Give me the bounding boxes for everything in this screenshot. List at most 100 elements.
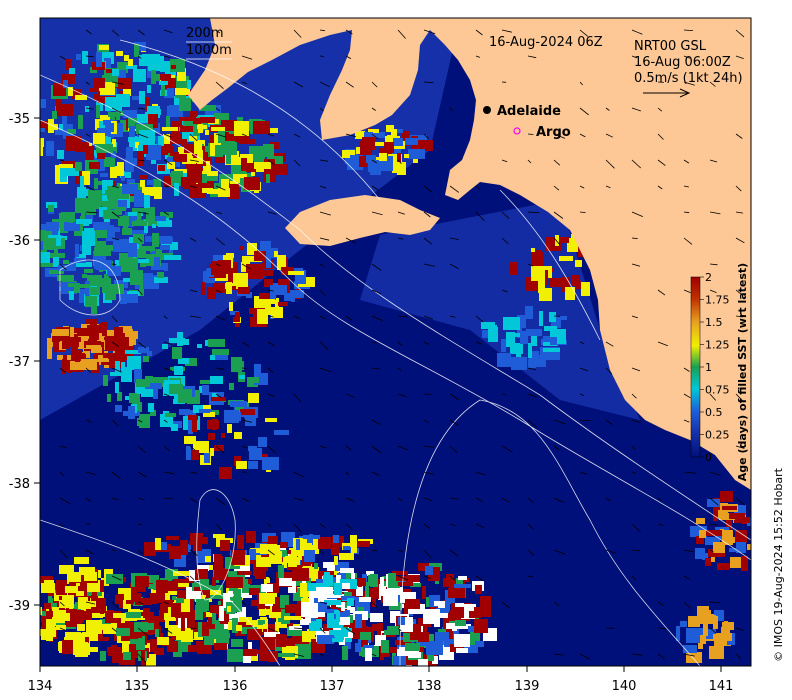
sst-age-cell xyxy=(153,388,158,399)
sst-age-cell xyxy=(398,617,405,625)
sst-age-cell xyxy=(132,96,140,100)
sst-age-cell xyxy=(227,649,243,662)
sst-age-cell xyxy=(154,187,162,199)
sst-age-cell xyxy=(717,563,730,570)
sst-age-cell xyxy=(258,437,267,447)
sst-age-cell xyxy=(99,45,109,50)
sst-age-cell xyxy=(199,551,204,562)
sst-age-cell xyxy=(453,616,461,620)
colorbar-tick-label: 1 xyxy=(705,361,712,374)
sst-age-cell xyxy=(155,629,159,637)
sst-age-cell xyxy=(122,184,138,194)
colorbar-tick-label: 1.25 xyxy=(705,339,730,352)
sst-age-cell xyxy=(180,540,188,555)
sst-age-cell xyxy=(334,610,339,614)
sst-age-cell xyxy=(189,541,202,545)
sst-age-cell xyxy=(525,306,533,319)
sst-age-cell xyxy=(30,237,38,250)
sst-age-cell xyxy=(351,546,357,553)
sst-age-cell xyxy=(77,624,85,631)
sst-age-cell xyxy=(359,156,367,167)
sst-age-cell xyxy=(41,583,55,593)
sst-age-cell xyxy=(34,259,40,271)
sst-age-cell xyxy=(259,299,275,304)
sst-age-cell xyxy=(205,130,209,135)
sst-age-cell xyxy=(82,231,95,246)
sst-age-cell xyxy=(303,535,320,539)
sst-age-cell xyxy=(186,587,192,599)
sst-age-cell xyxy=(128,243,137,257)
sst-age-cell xyxy=(397,162,406,175)
sst-age-cell xyxy=(304,550,315,562)
sst-age-cell xyxy=(102,322,107,336)
sst-age-cell xyxy=(713,542,725,553)
sst-age-cell xyxy=(100,651,106,661)
sst-age-cell xyxy=(169,338,185,343)
sst-age-cell xyxy=(384,142,394,153)
sst-age-cell xyxy=(190,111,197,117)
sst-age-cell xyxy=(192,418,197,432)
sst-age-cell xyxy=(730,557,741,568)
sst-age-cell xyxy=(539,311,543,326)
sst-age-cell xyxy=(208,433,215,440)
sst-age-cell xyxy=(285,605,293,613)
colorbar-tick-label: 1.5 xyxy=(705,316,723,329)
sst-age-cell xyxy=(240,409,255,415)
sst-age-cell xyxy=(243,649,257,656)
sst-age-cell xyxy=(214,445,224,451)
sst-age-cell xyxy=(219,467,232,479)
sst-age-cell xyxy=(197,599,207,612)
sst-age-cell xyxy=(393,138,403,146)
adelaide-marker-icon xyxy=(483,106,491,114)
sst-age-cell xyxy=(446,574,454,586)
sst-age-cell xyxy=(239,375,245,379)
sst-age-cell xyxy=(142,54,146,65)
sst-age-cell xyxy=(40,263,53,267)
sst-age-cell xyxy=(280,542,288,548)
sst-age-cell xyxy=(475,585,482,594)
sst-age-cell xyxy=(229,302,233,311)
sst-age-cell xyxy=(226,577,243,588)
sst-age-cell xyxy=(406,575,420,582)
sst-age-cell xyxy=(46,622,55,632)
sst-age-cell xyxy=(94,247,111,256)
sst-age-cell xyxy=(211,397,226,401)
sst-age-cell xyxy=(246,264,263,279)
sst-age-cell xyxy=(210,355,215,360)
sst-age-cell xyxy=(271,307,283,318)
sst-age-cell xyxy=(93,133,105,144)
sst-age-cell xyxy=(368,163,373,172)
sst-age-cell xyxy=(549,312,556,322)
sst-age-cell xyxy=(503,317,520,330)
sst-age-cell xyxy=(202,385,209,395)
sst-age-cell xyxy=(171,65,176,69)
sst-age-cell xyxy=(58,642,62,651)
sst-age-cell xyxy=(175,88,190,95)
sst-age-cell xyxy=(103,375,108,386)
sst-age-cell xyxy=(550,331,560,337)
sst-age-cell xyxy=(238,286,250,294)
sst-age-cell xyxy=(210,143,215,156)
y-tick-label: -36 xyxy=(9,234,30,249)
sst-age-cell xyxy=(61,613,70,621)
sst-age-cell xyxy=(688,616,700,627)
sst-age-cell xyxy=(123,110,137,118)
sst-age-cell xyxy=(133,234,144,244)
sst-age-cell xyxy=(234,121,249,136)
sst-age-cell xyxy=(418,659,428,666)
sst-age-cell xyxy=(43,238,56,250)
sst-age-cell xyxy=(115,405,122,412)
adelaide-label: Adelaide xyxy=(497,104,561,119)
sst-age-cell xyxy=(175,607,182,618)
sst-age-cell xyxy=(426,641,443,655)
sst-age-cell xyxy=(118,216,129,226)
sst-age-cell xyxy=(449,631,453,639)
sst-age-cell xyxy=(137,212,141,221)
y-tick-label: -38 xyxy=(9,477,30,492)
sst-age-cell xyxy=(125,612,141,618)
y-tick-label: -39 xyxy=(9,599,30,614)
sst-age-cell xyxy=(201,282,205,295)
sst-age-cell xyxy=(96,105,100,118)
sst-age-cell xyxy=(90,88,99,92)
credit-text: © IMOS 19-Aug-2024 15:52 Hobart xyxy=(772,467,785,661)
